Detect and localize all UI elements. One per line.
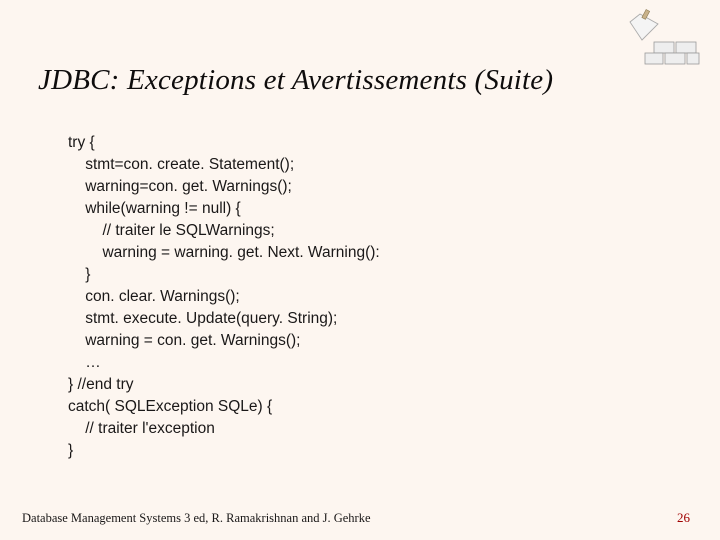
footer-citation: Database Management Systems 3 ed, R. Ram… (22, 511, 371, 526)
page-number: 26 (677, 510, 690, 526)
slide-title: JDBC: Exceptions et Avertissements (Suit… (38, 64, 553, 97)
trowel-bricks-icon (612, 8, 702, 68)
code-block: try { stmt=con. create. Statement(); war… (68, 132, 380, 462)
